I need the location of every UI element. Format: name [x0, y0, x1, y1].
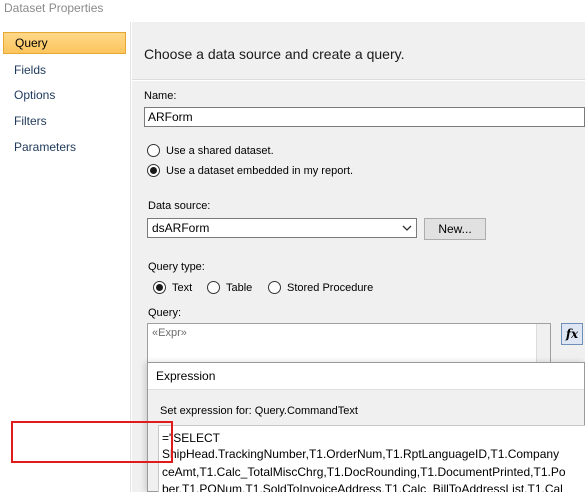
query-expression-placeholder: «Expr» — [152, 327, 187, 339]
data-source-value: dsARForm — [152, 221, 210, 235]
radio-query-type-stored-procedure-dot — [268, 281, 281, 294]
annotation-highlight-box — [11, 421, 173, 463]
set-expression-label: Set expression for: Query.CommandText — [160, 405, 358, 417]
radio-query-type-table-dot — [207, 281, 220, 294]
new-data-source-button[interactable]: New... — [424, 218, 486, 240]
expression-fx-button[interactable]: fx — [561, 323, 583, 345]
radio-shared-dataset[interactable]: Use a shared dataset. — [147, 144, 274, 157]
query-scrollbar[interactable] — [536, 324, 550, 362]
fx-icon: fx — [565, 327, 579, 341]
title-bar: Dataset Properties — [0, 0, 585, 22]
name-label: Name: — [144, 90, 177, 102]
expression-dialog-title: Expression — [156, 369, 216, 383]
sidebar-item-fields[interactable]: Fields — [3, 59, 126, 81]
sidebar-item-query[interactable]: Query — [3, 32, 126, 54]
radio-shared-dataset-dot — [147, 144, 160, 157]
expression-line: ceAmt,T1.Calc_TotalMiscChrg,T1.DocRoundi… — [162, 465, 566, 479]
radio-query-type-table-label: Table — [226, 281, 253, 294]
query-label: Query: — [148, 307, 182, 319]
radio-query-type-stored-procedure-label: Stored Procedure — [287, 281, 374, 294]
radio-query-type-text-dot — [153, 281, 166, 294]
radio-query-type-text-label: Text — [172, 281, 193, 294]
page-title: Choose a data source and create a query. — [144, 46, 405, 62]
radio-shared-dataset-label: Use a shared dataset. — [166, 144, 274, 157]
page-header: Choose a data source and create a query. — [132, 22, 585, 80]
expression-dialog-titlebar: Expression — [148, 363, 584, 390]
data-source-label: Data source: — [148, 200, 211, 212]
window-title: Dataset Properties — [4, 1, 104, 15]
radio-query-type-table[interactable]: Table — [207, 281, 252, 294]
radio-embedded-dataset-dot — [147, 164, 160, 177]
radio-embedded-dataset[interactable]: Use a dataset embedded in my report. — [147, 164, 353, 177]
data-source-select[interactable]: dsARForm — [147, 218, 417, 238]
expression-editor[interactable]: ="SELECT ShipHead.TrackingNumber,T1.Orde… — [158, 425, 585, 492]
query-type-label: Query type: — [148, 261, 205, 273]
sidebar-item-options[interactable]: Options — [3, 84, 126, 106]
expression-line: ber,T1.PONum,T1.SoldToInvoiceAddress,T1.… — [162, 482, 563, 492]
radio-query-type-stored-procedure[interactable]: Stored Procedure — [268, 281, 373, 294]
radio-query-type-text[interactable]: Text — [153, 281, 192, 294]
name-input[interactable]: ARForm — [144, 107, 585, 127]
sidebar-item-filters[interactable]: Filters — [3, 110, 126, 132]
sidebar-item-parameters[interactable]: Parameters — [3, 136, 126, 158]
expression-line: ShipHead.TrackingNumber,T1.OrderNum,T1.R… — [162, 447, 560, 461]
chevron-down-icon — [401, 221, 413, 235]
query-textbox[interactable]: «Expr» — [147, 323, 551, 363]
expression-dialog: Expression Set expression for: Query.Com… — [147, 362, 585, 492]
radio-embedded-dataset-label: Use a dataset embedded in my report. — [166, 164, 354, 177]
